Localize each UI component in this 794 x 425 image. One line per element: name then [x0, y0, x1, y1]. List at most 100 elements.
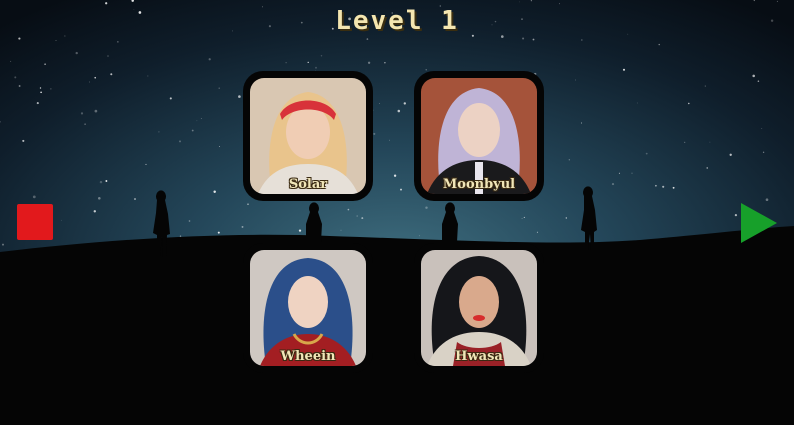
star	[734, 213, 738, 217]
star	[50, 88, 52, 90]
star	[40, 91, 42, 94]
star	[32, 195, 36, 199]
star	[84, 123, 86, 125]
star	[397, 109, 401, 113]
star	[93, 210, 96, 213]
character-card-moonbyul[interactable]: Moonbyul	[414, 71, 544, 201]
star	[757, 80, 760, 82]
star	[134, 198, 136, 200]
character-card-wheein[interactable]: Wheein	[243, 243, 373, 373]
star	[191, 129, 194, 132]
star	[218, 145, 220, 147]
star	[729, 153, 732, 156]
star	[2, 243, 4, 246]
star	[706, 167, 708, 169]
star	[298, 229, 302, 232]
star	[645, 152, 648, 155]
star	[94, 76, 96, 79]
star	[179, 140, 181, 143]
star	[776, 0, 778, 2]
star	[672, 186, 675, 189]
play-button[interactable]	[739, 202, 779, 244]
star	[568, 159, 570, 161]
star	[662, 185, 665, 188]
star	[75, 51, 78, 55]
star	[565, 217, 567, 219]
star	[384, 61, 386, 64]
star	[532, 38, 535, 41]
star	[618, 172, 620, 174]
star	[400, 188, 402, 191]
star	[241, 225, 244, 228]
star	[752, 74, 755, 78]
portrait-hwasa: Hwasa	[421, 250, 537, 366]
star	[684, 141, 686, 144]
character-name-solar: Solar	[288, 177, 328, 192]
character-name-wheein: Wheein	[280, 349, 336, 364]
star	[107, 55, 109, 57]
character-card-hwasa[interactable]: Hwasa	[414, 243, 544, 373]
star	[320, 55, 323, 57]
star	[188, 220, 191, 222]
portrait-moonbyul: Moonbyul	[421, 78, 537, 194]
star	[36, 102, 39, 105]
star	[105, 2, 108, 5]
portrait-wheein: Wheein	[250, 250, 366, 366]
star	[379, 103, 380, 105]
star	[581, 39, 583, 41]
star	[709, 141, 711, 143]
star	[340, 229, 342, 231]
hill-silhouette	[0, 226, 794, 425]
star	[519, 1, 520, 3]
star	[688, 102, 690, 105]
star	[762, 151, 765, 153]
star	[536, 231, 538, 233]
star	[99, 180, 103, 184]
star	[522, 37, 525, 40]
star	[521, 217, 523, 220]
star	[247, 203, 249, 206]
star	[147, 75, 149, 77]
star	[200, 118, 202, 119]
star	[80, 112, 84, 115]
star	[425, 69, 427, 71]
star	[761, 128, 763, 129]
star	[425, 206, 428, 209]
star	[18, 85, 21, 87]
level-title: Level 1	[335, 6, 459, 36]
star	[315, 66, 317, 69]
star	[388, 139, 390, 141]
star	[403, 102, 406, 105]
star	[145, 163, 147, 165]
star	[530, 0, 532, 2]
star	[285, 62, 287, 64]
star	[575, 79, 576, 81]
star	[169, 97, 172, 100]
star	[367, 61, 371, 64]
character-name-hwasa: Hwasa	[455, 349, 503, 364]
star	[44, 63, 46, 66]
star	[110, 73, 113, 76]
star	[631, 172, 633, 174]
star	[158, 131, 160, 133]
star	[636, 102, 638, 104]
star	[18, 37, 21, 40]
star	[611, 183, 615, 186]
stop-square-icon[interactable]	[17, 204, 53, 240]
star	[196, 120, 198, 122]
star	[658, 43, 660, 46]
star	[361, 217, 364, 220]
star	[55, 40, 57, 41]
star	[98, 197, 101, 200]
character-card-solar[interactable]: Solar	[243, 71, 373, 201]
star	[14, 76, 17, 79]
star	[94, 109, 98, 113]
character-name-moonbyul: Moonbyul	[442, 177, 516, 192]
star	[89, 81, 90, 83]
star	[393, 174, 397, 177]
star	[117, 41, 119, 43]
star	[655, 184, 657, 187]
star	[217, 231, 220, 234]
star	[238, 95, 241, 98]
star	[704, 85, 706, 87]
